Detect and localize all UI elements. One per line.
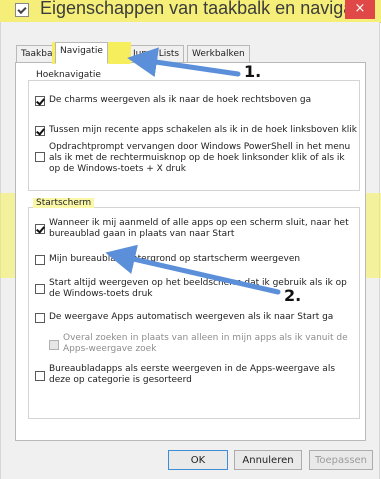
annotation-label-2: 2. [284,286,302,305]
annotation-arrows [105,47,281,295]
annotation-label-1: 1. [244,62,262,81]
arrow-2-icon [105,244,281,295]
arrow-1-icon [127,47,241,78]
